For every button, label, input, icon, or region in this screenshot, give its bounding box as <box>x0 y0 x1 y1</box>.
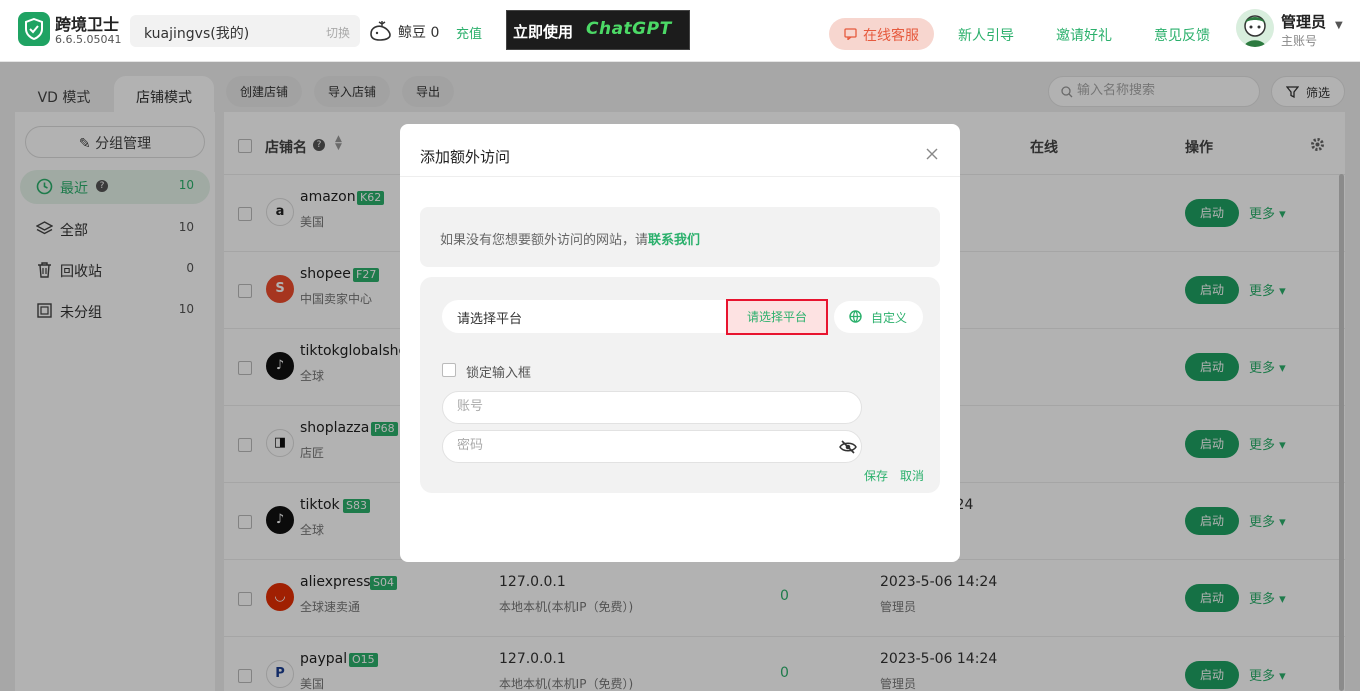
notice-text: 如果没有您想要额外访问的网站，请 <box>440 233 649 248</box>
app-logo <box>18 12 50 46</box>
newbie-guide-link[interactable]: 新人引导 <box>958 25 1014 45</box>
avatar[interactable] <box>1236 9 1274 47</box>
account-field[interactable] <box>442 391 862 424</box>
add-extra-access-dialog: 添加额外访问 如果没有您想要额外访问的网站，请联系我们 请选择平台 请选择平台 … <box>400 124 960 562</box>
save-link[interactable]: 保存 <box>864 467 888 484</box>
password-field[interactable] <box>442 430 862 463</box>
caret-down-icon[interactable]: ▼ <box>1335 20 1343 31</box>
access-form: 请选择平台 请选择平台 自定义 锁定输入框 保存 取消 <box>420 277 940 493</box>
account-input[interactable] <box>457 399 817 414</box>
eye-hidden-icon[interactable] <box>839 440 857 458</box>
app-name: 跨境卫士 <box>55 15 120 34</box>
custom-button[interactable]: 自定义 <box>834 301 923 333</box>
dialog-title: 添加额外访问 <box>420 148 511 166</box>
dialog-divider <box>400 176 960 177</box>
select-platform-button[interactable]: 请选择平台 <box>726 299 828 335</box>
banner-en-text: ChatGPT <box>586 19 672 39</box>
banner-cn-text: 立即使用 <box>513 23 574 41</box>
feedback-link[interactable]: 意见反馈 <box>1154 25 1210 45</box>
whale-bean-icon <box>368 17 394 47</box>
lock-input-checkbox[interactable] <box>442 363 456 377</box>
close-icon[interactable] <box>924 146 940 162</box>
globe-icon <box>849 310 862 323</box>
bean-balance: 鲸豆 0 <box>398 25 440 41</box>
user-role: 主账号 <box>1281 34 1318 48</box>
notice-box: 如果没有您想要额外访问的网站，请联系我们 <box>420 207 940 267</box>
recharge-link[interactable]: 充值 <box>456 23 482 42</box>
contact-us-link[interactable]: 联系我们 <box>648 233 700 248</box>
chat-icon <box>844 28 857 40</box>
custom-label: 自定义 <box>871 311 908 325</box>
top-header: 跨境卫士 6.6.5.05041 kuajingvs(我的) 切换 鲸豆 0 充… <box>0 0 1360 62</box>
platform-select-value: 请选择平台 <box>457 312 523 327</box>
user-name[interactable]: 管理员 <box>1281 11 1326 32</box>
online-service-label: 在线客服 <box>863 28 919 44</box>
account-name: kuajingvs(我的) <box>144 26 250 42</box>
account-switch-link[interactable]: 切换 <box>326 24 350 41</box>
account-selector[interactable]: kuajingvs(我的) 切换 <box>130 15 360 47</box>
online-service-button[interactable]: 在线客服 <box>829 18 934 50</box>
lock-input-label[interactable]: 锁定输入框 <box>466 362 531 381</box>
chatgpt-banner[interactable]: 立即使用 ChatGPT <box>506 10 690 50</box>
password-input[interactable] <box>457 438 817 453</box>
cancel-link[interactable]: 取消 <box>900 467 924 484</box>
invite-link[interactable]: 邀请好礼 <box>1056 25 1112 45</box>
app-version: 6.6.5.05041 <box>55 33 122 46</box>
